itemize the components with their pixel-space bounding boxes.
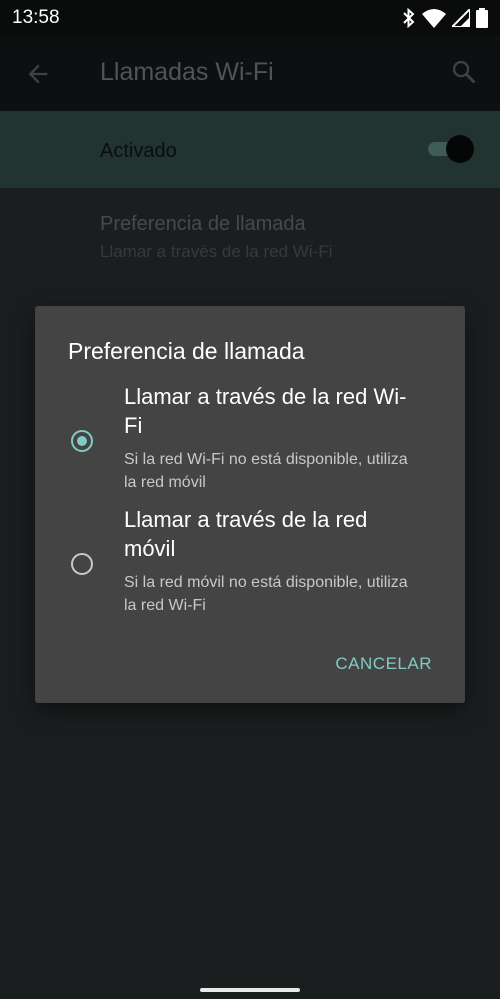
master-switch-label: Activado [100,140,177,162]
radio-selected-icon[interactable] [71,430,93,452]
navigation-bar [0,979,500,999]
status-icons [402,8,488,28]
status-bar: 13:58 [0,0,500,36]
option-wifi[interactable]: Llamar a través de la red Wi-Fi Si la re… [35,382,465,494]
option-wifi-title: Llamar a través de la red Wi-Fi [124,384,407,438]
option-mobile-title: Llamar a través de la red móvil [124,507,368,561]
option-wifi-subtitle: Si la red Wi-Fi no está disponible, util… [124,451,408,491]
status-time: 13:58 [12,7,60,28]
bluetooth-icon [403,8,415,28]
radio-dot [77,436,87,446]
calling-preference-title: Preferencia de llamada [100,213,306,235]
calling-preference-item[interactable]: Preferencia de llamada Llamar a través d… [100,213,332,262]
master-toggle[interactable] [426,135,474,163]
option-mobile-subtitle: Si la red móvil no está disponible, util… [124,574,408,614]
toggle-thumb [446,135,474,163]
app-bar: Llamadas Wi-Fi [0,36,500,111]
radio-unselected-icon[interactable] [71,553,93,575]
battery-icon [476,8,488,28]
search-icon[interactable] [450,58,478,86]
calling-preference-dialog: Preferencia de llamada Llamar a través d… [35,306,465,703]
dialog-title: Preferencia de llamada [68,338,305,364]
master-switch-bar[interactable]: Activado [0,111,500,188]
page-title: Llamadas Wi-Fi [100,58,274,86]
arrow-left-icon[interactable] [24,60,52,88]
cancel-button[interactable]: CANCELAR [335,654,432,674]
option-mobile[interactable]: Llamar a través de la red móvil Si la re… [35,505,465,617]
home-handle[interactable] [200,988,300,992]
calling-preference-summary: Llamar a través de la red Wi-Fi [100,242,333,261]
signal-icon [452,9,470,27]
wifi-icon [422,9,446,28]
